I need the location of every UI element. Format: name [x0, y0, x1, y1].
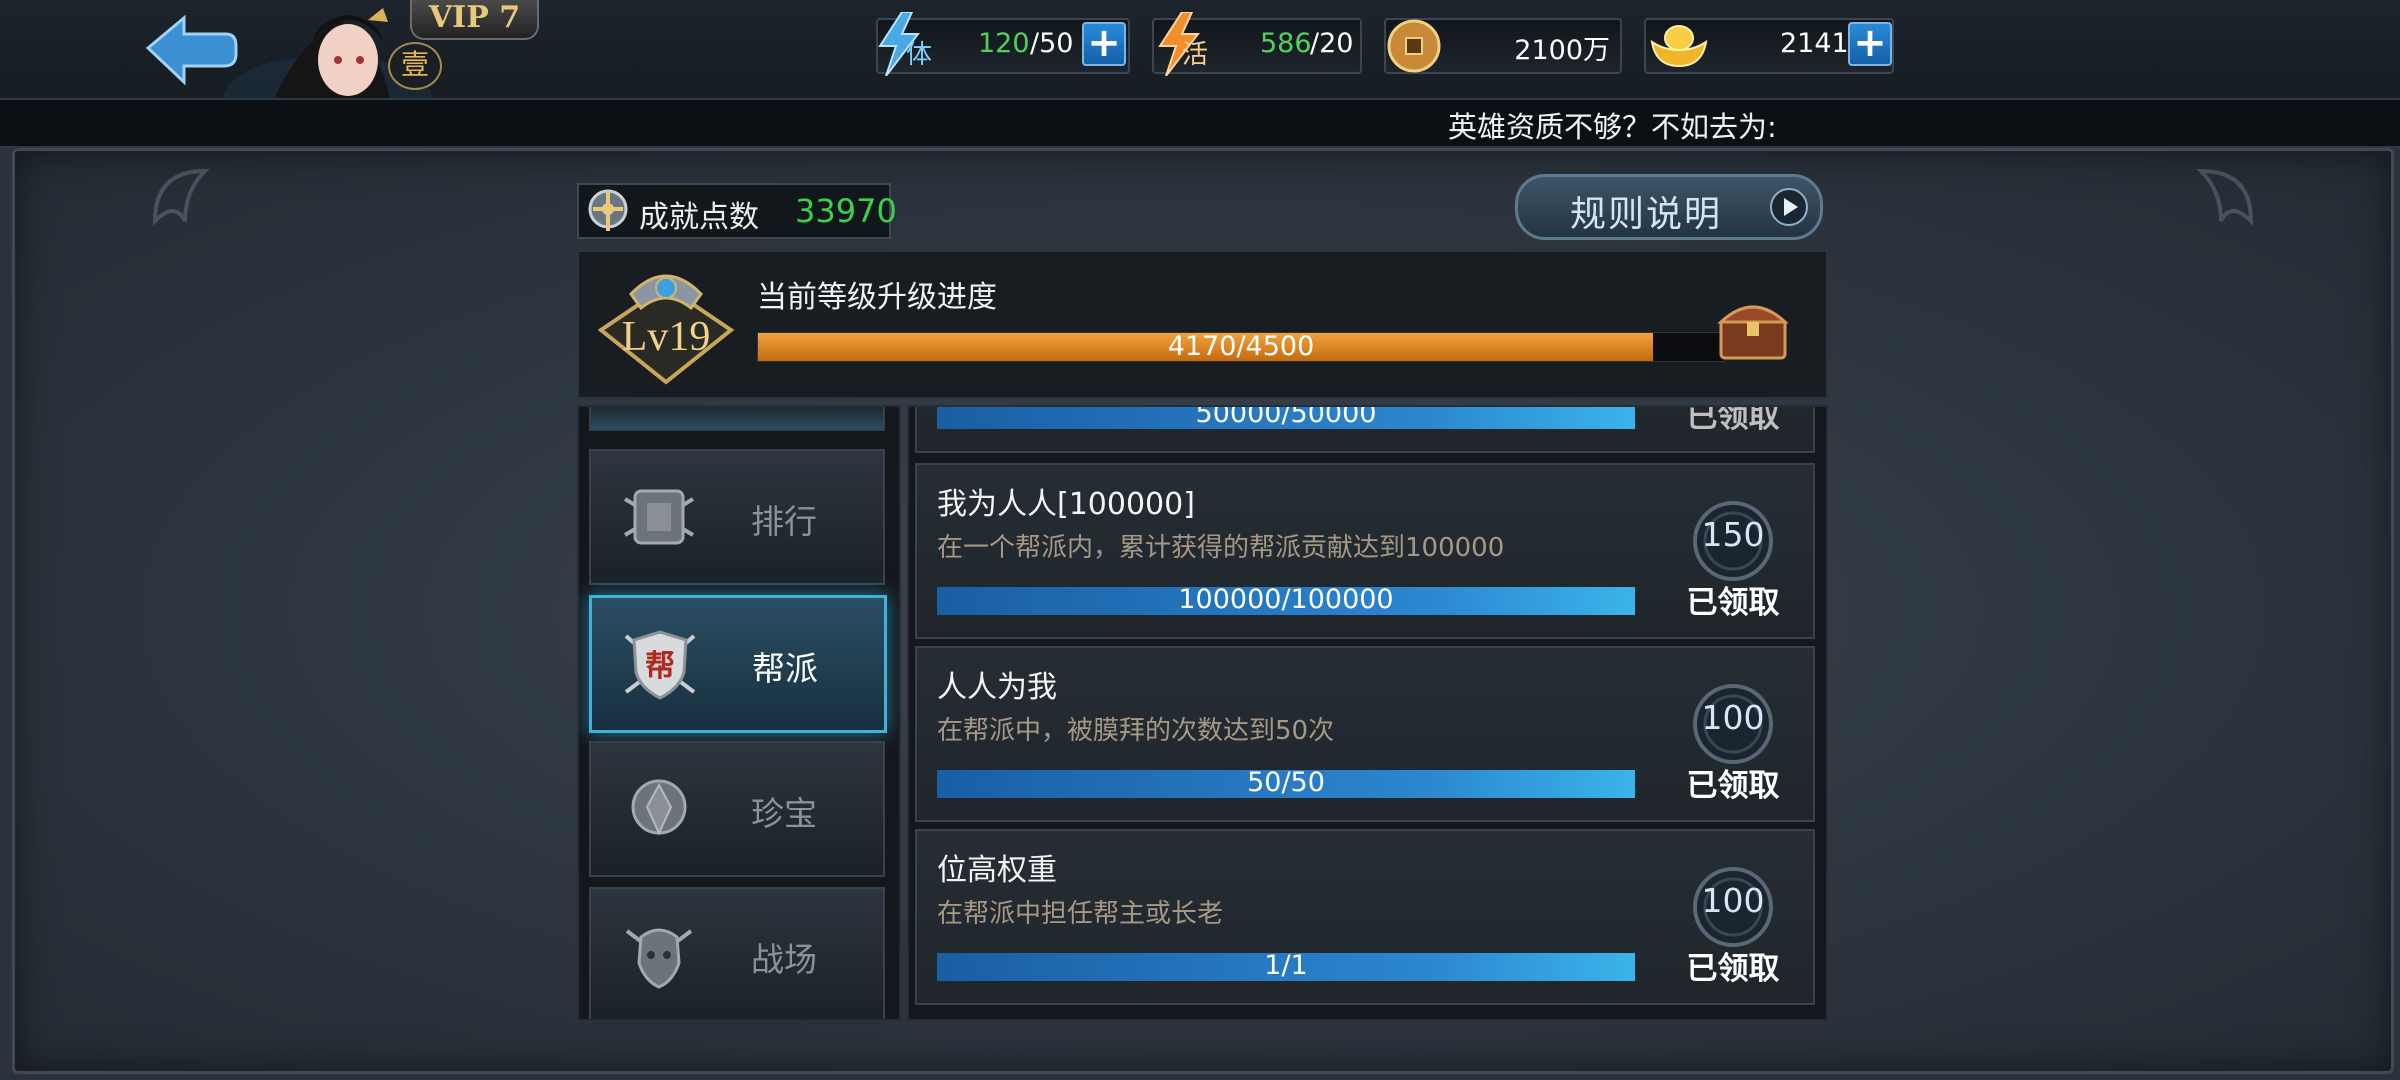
category-sidebar: 排行 帮 帮派 珍宝 战场	[577, 405, 901, 1021]
achievement-medal-icon	[588, 189, 628, 231]
achievement-progress-bar: 50/50	[937, 767, 1635, 798]
add-gold-button[interactable]: +	[1848, 22, 1892, 66]
stamina-current: 120	[978, 28, 1030, 59]
corner-ornament-icon	[2196, 168, 2254, 226]
achievement-progress-bar: 50000/50000	[937, 405, 1635, 429]
battlefield-icon	[625, 928, 693, 989]
achievement-status: 已领取	[1686, 405, 1780, 435]
energy-current: 586	[1260, 28, 1312, 59]
achievement-progress-bar: 100000/100000	[937, 584, 1635, 615]
achievement-title: 位高权重	[937, 853, 1057, 888]
category-item-treasure[interactable]: 珍宝	[589, 741, 885, 877]
energy-icon-label: 活	[1182, 40, 1209, 70]
achievement-description: 在一个帮派内，累计获得的帮派贡献达到100000	[937, 533, 1505, 563]
achievement-item: 我为人人[100000] 在一个帮派内，累计获得的帮派贡献达到100000 10…	[915, 463, 1815, 639]
achievement-item: 50000/50000 已领取	[915, 405, 1815, 453]
rules-button[interactable]: 规则说明	[1515, 174, 1823, 240]
category-label: 战场	[751, 940, 817, 979]
energy-max: /20	[1310, 28, 1354, 59]
level-badge-text: Lv19	[622, 314, 711, 360]
category-label: 珍宝	[751, 794, 817, 833]
category-item-battlefield[interactable]: 战场	[589, 887, 885, 1019]
achievement-list: 50000/50000 已领取 我为人人[100000] 在一个帮派内，累计获得…	[907, 405, 1828, 1021]
stamina-max: /50	[1030, 28, 1074, 59]
achievement-description: 在帮派中，被膜拜的次数达到50次	[937, 716, 1335, 746]
achievement-item: 人人为我 在帮派中，被膜拜的次数达到50次 50/50 100 已领取	[915, 646, 1815, 822]
achievement-status: 已领取	[1686, 768, 1780, 804]
level-progress-bar: 4170/4500	[757, 331, 1725, 362]
achievement-progress-bar: 1/1	[937, 950, 1635, 981]
achievement-progress-text: 100000/100000	[1178, 584, 1394, 615]
announcement-text: 英雄资质不够？不如去为:	[1448, 110, 1777, 144]
category-item-ranking[interactable]: 排行	[589, 449, 885, 585]
guild-shield-icon: 帮	[624, 630, 696, 700]
category-item-guild[interactable]: 帮 帮派	[589, 595, 887, 733]
achievement-status: 已领取	[1686, 585, 1780, 621]
play-arrow-icon	[1770, 188, 1808, 226]
coin-icon	[1387, 19, 1441, 73]
category-item-partial[interactable]	[589, 407, 885, 431]
ranking-icon	[623, 489, 695, 545]
level-progress-title: 当前等级升级进度	[757, 280, 997, 315]
achievement-points-value: 33970	[795, 192, 897, 230]
coins-value: 2100万	[1514, 35, 1610, 66]
level-progress-panel: Lv19 当前等级升级进度 4170/4500	[577, 250, 1828, 399]
achievement-status: 已领取	[1686, 951, 1780, 987]
achievement-points: 成就点数 33970	[577, 183, 897, 239]
category-label: 帮派	[752, 649, 818, 688]
achievement-points-label: 成就点数	[639, 200, 759, 235]
achievement-item: 位高权重 在帮派中担任帮主或长老 1/1 100 已领取	[915, 829, 1815, 1005]
treasure-chest-icon[interactable]	[1713, 290, 1793, 362]
reward-points: 100	[1701, 698, 1765, 737]
svg-text:帮: 帮	[645, 649, 675, 684]
gold-ingot-icon	[1650, 25, 1708, 68]
rank-badge: 壹	[388, 42, 442, 90]
level-emblem-icon: Lv19	[597, 274, 735, 385]
coins-display: 2100万	[1384, 18, 1622, 74]
achievement-description: 在帮派中担任帮主或长老	[937, 899, 1224, 929]
treasure-icon	[631, 779, 687, 836]
achievement-title: 我为人人[100000]	[937, 487, 1195, 522]
announcement-bar: 英雄资质不够？不如去为:	[0, 98, 2400, 148]
achievement-progress-text: 50000/50000	[1195, 405, 1377, 429]
corner-ornament-icon	[152, 168, 210, 226]
reward-points: 100	[1701, 881, 1765, 920]
achievement-progress-text: 50/50	[1247, 767, 1325, 798]
energy-display: 活 586 /20	[1152, 12, 1362, 76]
rules-button-label: 规则说明	[1570, 194, 1723, 235]
category-label: 排行	[751, 502, 817, 541]
gold-value: 2141	[1780, 28, 1849, 59]
level-progress-text: 4170/4500	[1167, 331, 1315, 362]
add-stamina-button[interactable]: +	[1082, 22, 1126, 66]
achievement-title: 人人为我	[937, 670, 1057, 705]
achievement-progress-text: 1/1	[1264, 950, 1308, 981]
stamina-icon-label: 体	[906, 40, 933, 70]
vip-badge: VIP 7	[410, 0, 539, 40]
reward-points: 150	[1701, 515, 1765, 554]
